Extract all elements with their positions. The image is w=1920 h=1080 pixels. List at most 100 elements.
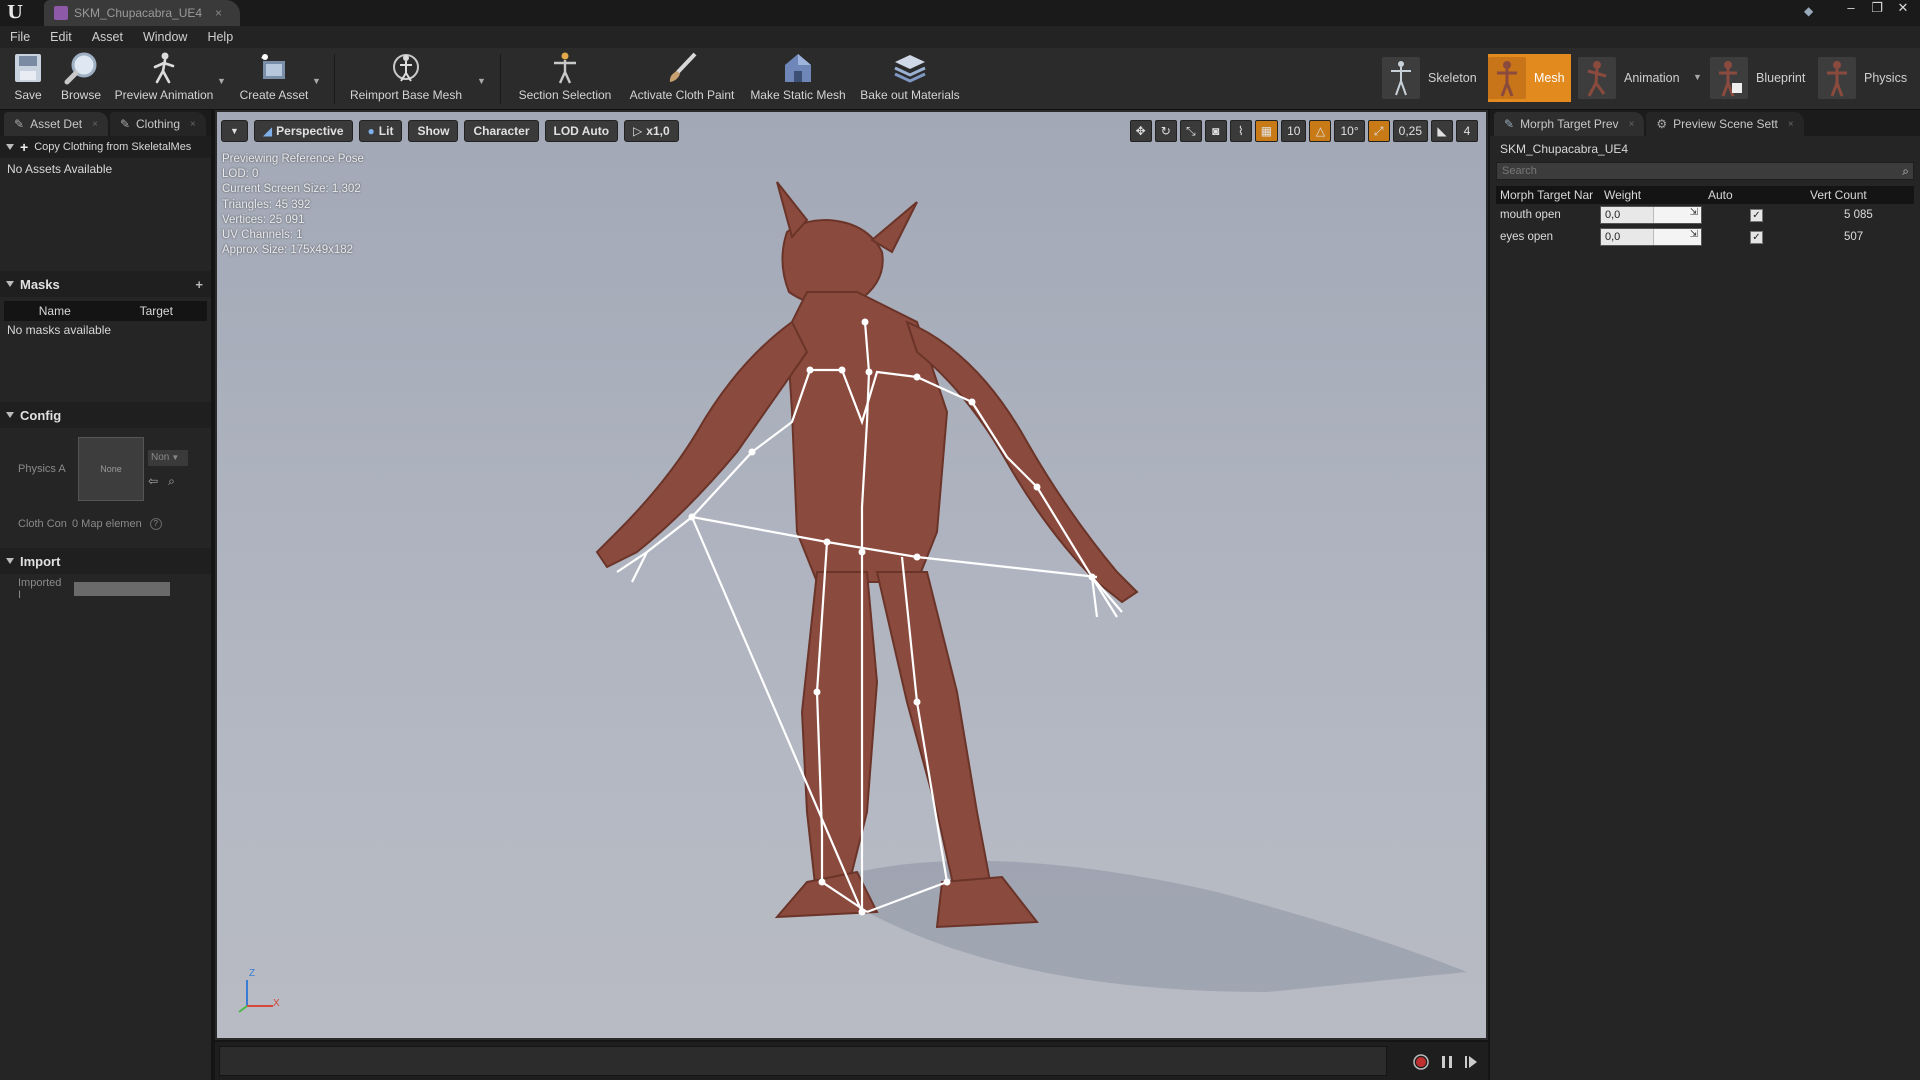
cloth-config-row: Cloth Con 0 Map elemen ? — [0, 516, 211, 532]
notification-icon[interactable]: ◆ — [1804, 4, 1820, 18]
morph-search-input[interactable]: Search ⌕ — [1496, 162, 1914, 180]
menu-asset[interactable]: Asset — [92, 30, 123, 44]
close-tab-icon[interactable]: × — [92, 119, 98, 130]
tab-asset-details[interactable]: ✎ Asset Det × — [4, 112, 108, 136]
menu-file[interactable]: File — [10, 30, 30, 44]
import-section: Import Imported I — [0, 548, 211, 601]
physics-asset-dropdown[interactable]: Non ▼ — [148, 449, 188, 466]
close-button[interactable]: ✕ — [1892, 0, 1914, 18]
tab-clothing[interactable]: ✎ Clothing × — [109, 112, 206, 136]
weight-input[interactable]: 0,0 ⇲ — [1600, 228, 1702, 246]
document-tab[interactable]: SKM_Chupacabra_UE4 × — [44, 0, 240, 26]
timeline-scrubber[interactable] — [219, 1046, 1387, 1076]
preview-animation-label: Preview Animation — [114, 88, 214, 102]
close-tab-icon[interactable]: × — [190, 119, 196, 130]
create-asset-dropdown-icon[interactable]: ▼ — [312, 76, 321, 86]
config-title: Config — [20, 407, 62, 423]
save-button[interactable]: Save — [8, 50, 48, 106]
section-selection-button[interactable]: Section Selection — [516, 50, 614, 106]
collapse-arrow-icon — [6, 281, 14, 287]
viewport[interactable]: ▼ ◢ Perspective ● Lit Show Character LOD… — [215, 110, 1488, 1040]
col-weight[interactable]: Weight — [1600, 188, 1704, 202]
maximize-button[interactable]: ❐ — [1866, 0, 1888, 18]
reimport-base-mesh-button[interactable]: Reimport Base Mesh — [346, 50, 466, 106]
col-morph-name[interactable]: Morph Target Nar — [1496, 188, 1600, 202]
browse-button[interactable]: Browse — [58, 50, 104, 106]
mode-blueprint-button[interactable]: Blueprint — [1710, 54, 1805, 102]
reimport-dropdown-icon[interactable]: ▼ — [477, 76, 486, 86]
masks-col-target[interactable]: Target — [106, 304, 208, 318]
masks-col-name[interactable]: Name — [4, 304, 106, 318]
col-auto[interactable]: Auto — [1704, 188, 1806, 202]
table-row: mouth open 0,0 ⇲ ✓ 5 085 — [1496, 204, 1914, 226]
mode-mesh-label: Mesh — [1534, 71, 1565, 85]
imported-value-field[interactable] — [74, 582, 170, 596]
no-assets-text: No Assets Available — [7, 162, 113, 176]
bake-out-materials-button[interactable]: Bake out Materials — [856, 50, 964, 106]
right-panel-tabbar: ✎ Morph Target Prev × ⚙ Preview Scene Se… — [1490, 110, 1920, 136]
document-tab-label: SKM_Chupacabra_UE4 — [74, 6, 203, 20]
menu-help[interactable]: Help — [207, 30, 233, 44]
reimport-icon — [388, 50, 424, 85]
menu-window[interactable]: Window — [143, 30, 187, 44]
chevron-down-icon: ▼ — [171, 453, 180, 462]
menu-edit[interactable]: Edit — [50, 30, 72, 44]
mode-physics-label: Physics — [1864, 71, 1908, 85]
cloth-config-value: 0 Map elemen — [72, 518, 142, 530]
left-panel-tabbar: ✎ Asset Det × ✎ Clothing × — [0, 110, 211, 136]
help-icon[interactable]: ? — [149, 518, 162, 530]
mode-skeleton-button[interactable]: Skeleton — [1382, 54, 1477, 102]
browse-asset-icon[interactable]: ⌕ — [168, 474, 175, 489]
skeletal-mesh-icon — [54, 6, 68, 20]
character-mesh-preview[interactable] — [217, 112, 1486, 1038]
unreal-logo-icon[interactable]: U — [4, 2, 26, 24]
preview-animation-button[interactable]: Preview Animation — [112, 50, 216, 106]
close-tab-icon[interactable]: × — [1629, 119, 1635, 130]
running-figure-icon — [146, 50, 182, 85]
collapse-arrow-icon[interactable] — [6, 144, 14, 150]
tab-morph-target-preview[interactable]: ✎ Morph Target Prev × — [1494, 112, 1645, 136]
mode-animation-button[interactable]: Animation — [1578, 54, 1680, 102]
use-selected-arrow-icon[interactable]: ⇦ — [148, 474, 158, 489]
clothing-icon: ✎ — [119, 117, 130, 131]
animation-mode-dropdown-icon[interactable]: ▼ — [1693, 72, 1702, 82]
tab-morph-target-label: Morph Target Prev — [1520, 117, 1619, 131]
morph-target-icon: ✎ — [1504, 117, 1515, 131]
collapse-arrow-icon — [6, 558, 14, 564]
add-icon[interactable]: + — [20, 139, 28, 155]
thumbnail-none-text: None — [100, 464, 122, 474]
import-header[interactable]: Import — [0, 548, 211, 574]
mode-mesh-button[interactable]: Mesh — [1488, 54, 1571, 102]
create-asset-button[interactable]: Create Asset — [236, 50, 312, 106]
step-forward-button[interactable] — [1461, 1052, 1481, 1072]
create-asset-icon — [256, 50, 292, 85]
col-vert-count[interactable]: Vert Count — [1806, 188, 1867, 202]
record-button[interactable] — [1411, 1052, 1431, 1072]
masks-column-header: Name Target — [4, 301, 207, 321]
house-mesh-icon — [780, 50, 816, 85]
add-mask-icon[interactable]: + — [195, 277, 203, 292]
auto-checkbox[interactable]: ✓ — [1750, 208, 1763, 222]
preview-animation-dropdown-icon[interactable]: ▼ — [217, 76, 226, 86]
physics-asset-thumbnail[interactable]: None — [78, 437, 144, 501]
config-header[interactable]: Config — [0, 402, 211, 428]
masks-header[interactable]: Masks + — [0, 271, 211, 297]
tab-preview-scene-settings[interactable]: ⚙ Preview Scene Sett × — [1646, 112, 1804, 136]
minimize-button[interactable]: – — [1840, 0, 1862, 18]
weight-value: 0,0 — [1605, 209, 1621, 221]
close-tab-icon[interactable]: × — [1788, 119, 1794, 130]
copy-clothing-button[interactable]: Copy Clothing from SkeletalMes — [34, 141, 191, 153]
weight-input[interactable]: 0,0 ⇲ — [1600, 206, 1702, 224]
mode-physics-button[interactable]: Physics — [1818, 54, 1907, 102]
menu-bar: File Edit Asset Window Help — [0, 26, 1920, 48]
activate-cloth-paint-button[interactable]: Activate Cloth Paint — [624, 50, 740, 106]
tab-asset-details-label: Asset Det — [30, 117, 83, 131]
resize-arrow-icon: ⇲ — [1689, 207, 1698, 218]
physics-asset-dropdown-value: Non — [151, 452, 170, 463]
make-static-mesh-button[interactable]: Make Static Mesh — [748, 50, 848, 106]
imported-label: Imported I — [18, 577, 62, 601]
close-tab-icon[interactable]: × — [215, 6, 222, 20]
auto-checkbox[interactable]: ✓ — [1750, 230, 1763, 244]
pause-button[interactable] — [1437, 1052, 1457, 1072]
physics-mode-icon — [1818, 57, 1856, 99]
